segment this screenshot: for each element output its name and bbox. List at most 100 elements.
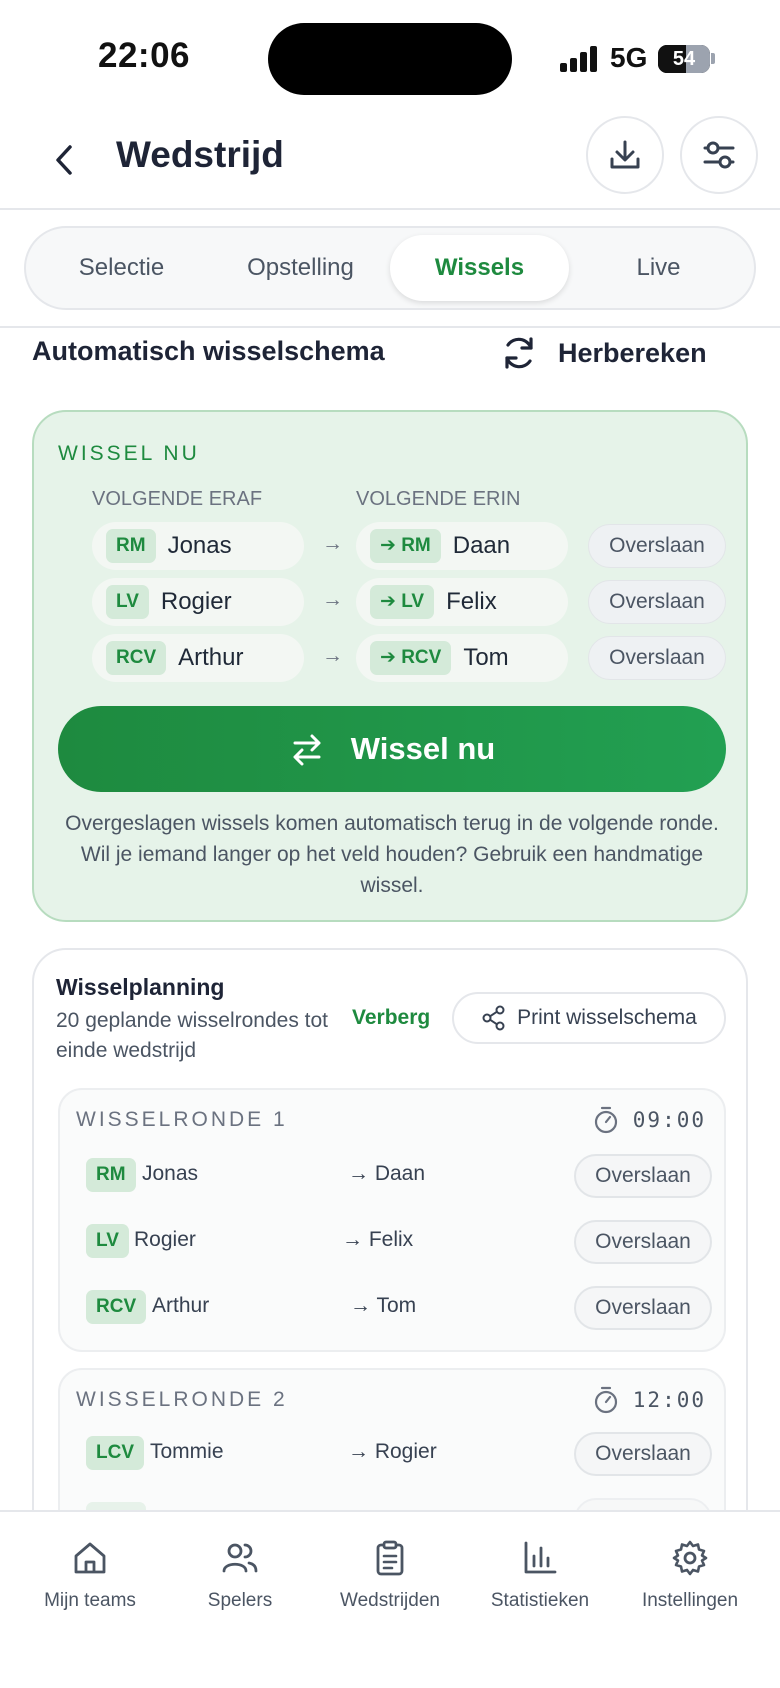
battery-level: 54 — [672, 48, 696, 70]
segmented-tabs: Selectie Opstelling Wissels Live — [24, 226, 756, 310]
recalculate-label: Herbereken — [558, 337, 707, 368]
round-time: 12:00 — [593, 1386, 706, 1414]
skip-button[interactable]: Overslaan — [588, 636, 726, 680]
substitute-now-button[interactable]: Wissel nu — [58, 706, 726, 792]
position-badge: RCV — [86, 1290, 147, 1324]
skip-button[interactable]: Overslaan — [574, 1154, 712, 1198]
substitution-row: LV Rogier → ➔ LV Felix Overslaan — [92, 578, 726, 626]
round-time-value: 09:00 — [632, 1108, 706, 1132]
player-off-name: Arthur — [178, 644, 244, 671]
network-label: 5G — [610, 42, 648, 73]
nav-label: Statistieken — [490, 1590, 590, 1611]
substitute-now-card: WISSEL NU VOLGENDE ERAF VOLGENDE ERIN RM… — [32, 410, 748, 922]
stopwatch-icon — [594, 1106, 617, 1134]
arrow-right-icon: → — [322, 588, 343, 611]
tab-wissels[interactable]: Wissels — [390, 235, 569, 301]
print-button[interactable]: Print wisselschema — [452, 992, 726, 1044]
skip-button[interactable]: Overslaan — [574, 1220, 712, 1264]
signal-icon — [560, 46, 598, 72]
nav-item-mijn-teams[interactable]: Mijn teams — [15, 1538, 165, 1612]
bottom-nav: Mijn teams Spelers Wedstrijden Statistie… — [0, 1510, 780, 1688]
nav-label: Wedstrijden — [340, 1590, 440, 1611]
tab-opstelling[interactable]: Opstelling — [211, 235, 390, 301]
hide-link[interactable]: Verberg — [352, 1006, 430, 1030]
player-on-name: → Tom — [350, 1294, 417, 1317]
column-header-off: VOLGENDE ERAF — [92, 488, 263, 510]
position-badge: ➔ LV — [370, 585, 435, 619]
position-badge: RM — [86, 1158, 136, 1192]
home-icon — [74, 1542, 106, 1574]
player-on-name: → Felix — [342, 1228, 414, 1251]
back-button[interactable] — [44, 138, 84, 182]
tab-live[interactable]: Live — [569, 235, 748, 301]
position-badge: LV — [86, 1224, 129, 1258]
player-off-pill: RM Jonas — [92, 522, 304, 570]
skip-button[interactable]: Overslaan — [588, 524, 726, 568]
print-label: Print wisselschema — [517, 1006, 697, 1029]
player-on-name: Tom — [463, 644, 509, 671]
round-time-value: 12:00 — [632, 1388, 706, 1412]
nav-item-instellingen[interactable]: Instellingen — [615, 1538, 765, 1612]
round-row: RCV Arthur → Tom Overslaan — [86, 1286, 712, 1330]
arrow-right-icon: → — [322, 532, 343, 555]
refresh-icon — [505, 337, 533, 369]
battery-icon: 54 — [658, 45, 710, 73]
battery-tip — [711, 53, 715, 64]
recalculate-button[interactable]: Herbereken — [500, 334, 707, 372]
status-time: 22:06 — [98, 36, 191, 75]
player-on-pill: ➔ RCV Tom — [356, 634, 568, 682]
round-time: 09:00 — [593, 1106, 706, 1134]
player-on-pill: ➔ LV Felix — [356, 578, 568, 626]
gear-icon — [672, 1540, 708, 1576]
filter-button[interactable] — [680, 116, 758, 194]
planning-subtitle: 20 geplande wisselrondes tot einde wedst… — [56, 1009, 329, 1062]
position-badge: RM — [106, 529, 156, 563]
column-header-on: VOLGENDE ERIN — [356, 488, 521, 510]
section-title: Automatisch wisselschema — [32, 336, 385, 366]
substitute-now-label: WISSEL NU — [58, 442, 200, 465]
download-icon — [610, 140, 640, 169]
skip-button[interactable]: Overslaan — [574, 1432, 712, 1476]
nav-label: Spelers — [207, 1590, 273, 1611]
round-title: WISSELRONDE 1 — [76, 1108, 288, 1131]
player-off-name: Rogier — [134, 1228, 196, 1251]
player-on-pill: ➔ RM Daan — [356, 522, 568, 570]
arrow-right-icon: → — [322, 644, 343, 667]
skip-button[interactable]: Overslaan — [588, 580, 726, 624]
round-row: LV Rogier → Felix Overslaan — [86, 1220, 712, 1264]
nav-label: Instellingen — [641, 1590, 739, 1611]
bar-chart-icon — [524, 1541, 557, 1574]
substitute-now-label: Wissel nu — [350, 731, 496, 766]
page-title: Wedstrijd — [116, 134, 284, 175]
tab-selectie[interactable]: Selectie — [32, 235, 211, 301]
users-icon — [222, 1543, 258, 1573]
position-badge: ➔ RCV — [370, 641, 452, 675]
share-icon — [482, 1005, 505, 1031]
player-on-name: Felix — [446, 588, 497, 615]
nav-item-statistieken[interactable]: Statistieken — [465, 1538, 615, 1612]
substitution-row: RM Jonas → ➔ RM Daan Overslaan — [92, 522, 726, 570]
chevron-left-icon — [56, 145, 72, 175]
player-off-pill: RCV Arthur — [92, 634, 304, 682]
download-button[interactable] — [586, 116, 664, 194]
player-off-name: Jonas — [142, 1162, 199, 1185]
dynamic-island — [268, 23, 512, 95]
nav-item-wedstrijden[interactable]: Wedstrijden — [315, 1538, 465, 1612]
divider — [0, 326, 780, 328]
header: Wedstrijd — [0, 110, 780, 210]
player-on-name: → Daan — [348, 1162, 426, 1185]
skip-button[interactable]: Overslaan — [574, 1286, 712, 1330]
status-bar: 22:06 5G 54 — [0, 0, 780, 110]
nav-item-spelers[interactable]: Spelers — [165, 1538, 315, 1612]
position-badge: RCV — [106, 641, 167, 675]
app-screen: { "status_bar": {"time": "22:06", "netwo… — [0, 0, 780, 1688]
round-row: RM Jonas → Daan Overslaan — [86, 1154, 712, 1198]
player-off-name: Arthur — [152, 1294, 210, 1317]
sliders-icon — [703, 141, 735, 169]
nav-label: Mijn teams — [44, 1590, 136, 1611]
player-on-name: Daan — [452, 532, 511, 559]
swap-icon — [293, 734, 321, 766]
position-badge: ➔ RM — [370, 529, 441, 563]
substitution-row: RCV Arthur → ➔ RCV Tom Overslaan — [92, 634, 726, 682]
player-on-name: → Rogier — [348, 1440, 437, 1463]
